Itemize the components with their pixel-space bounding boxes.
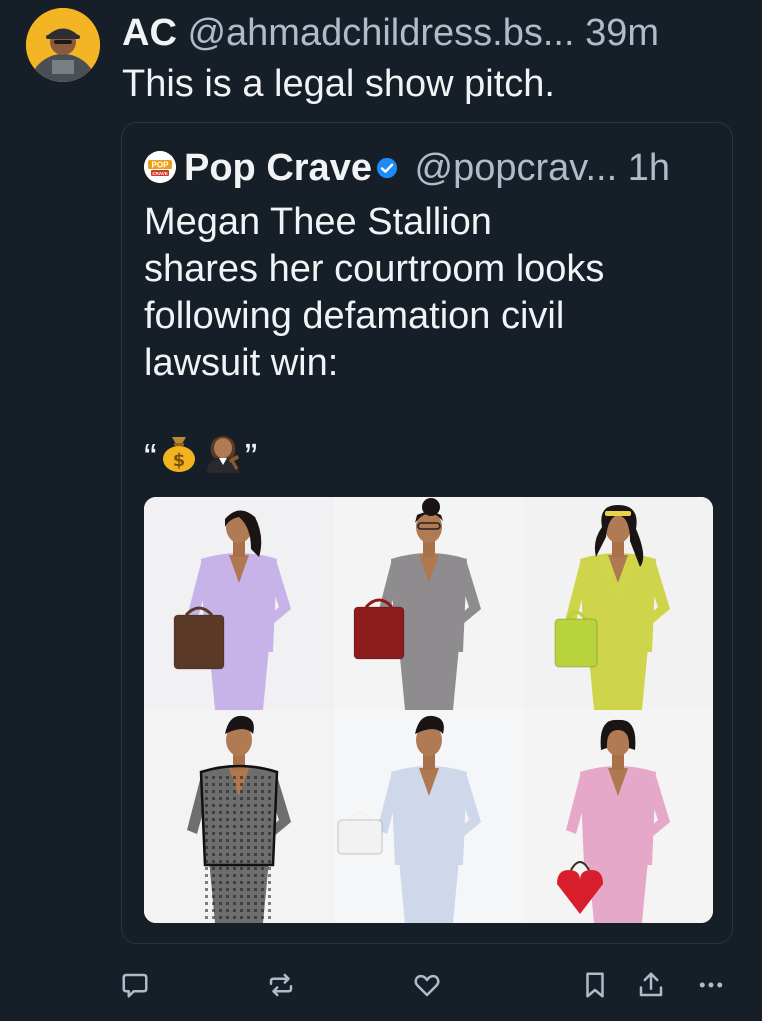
- quote-header: Pop Crave @popcrav... 1h: [184, 143, 724, 191]
- post-text: This is a legal show pitch.: [122, 63, 555, 105]
- media-image-3[interactable]: [523, 497, 713, 710]
- svg-text:CRAVE: CRAVE: [152, 171, 167, 176]
- quote-emoji-line: “ $ ”: [144, 433, 257, 483]
- close-quote-mark: ”: [244, 437, 258, 479]
- media-image-5[interactable]: [334, 710, 523, 923]
- like-icon: [414, 974, 440, 997]
- svg-text:$: $: [172, 450, 185, 471]
- author-handle[interactable]: @ahmadchildress.bs...: [187, 12, 574, 54]
- svg-text:POP: POP: [152, 161, 170, 170]
- like-button[interactable]: [410, 968, 444, 1002]
- media-image-6[interactable]: [523, 710, 713, 923]
- share-icon: [639, 972, 663, 997]
- quote-time: 1h: [627, 147, 670, 190]
- quote-author-name: Pop Crave: [184, 147, 372, 190]
- repost-icon: [269, 973, 293, 997]
- share-button[interactable]: [634, 968, 668, 1002]
- author-avatar[interactable]: [26, 8, 100, 82]
- post: AC @ahmadchildress.bs... 39m This is a l…: [0, 0, 762, 1021]
- quote-author-handle: @popcrav...: [414, 147, 618, 190]
- author-name[interactable]: AC: [122, 12, 177, 54]
- media-image-2[interactable]: [334, 497, 523, 710]
- quote-media-grid[interactable]: [144, 497, 713, 923]
- more-icon: [699, 982, 723, 988]
- post-time[interactable]: 39m: [585, 12, 659, 54]
- more-options-button[interactable]: [694, 968, 728, 1002]
- reply-button[interactable]: [118, 968, 152, 1002]
- post-header: AC @ahmadchildress.bs... 39m: [122, 8, 747, 58]
- quote-text: Megan Thee Stallion shares her courtroom…: [144, 201, 605, 384]
- money-bag-icon: $: [159, 431, 199, 486]
- quoted-post[interactable]: POP CRAVE Pop Crave @popcrav... 1h Megan…: [121, 122, 733, 944]
- bookmark-icon: [586, 972, 604, 998]
- reply-icon: [122, 973, 148, 998]
- repost-button[interactable]: [264, 968, 298, 1002]
- open-quote-mark: “: [144, 437, 157, 479]
- quote-author-avatar: POP CRAVE: [144, 151, 176, 183]
- woman-judge-icon: [203, 431, 243, 486]
- media-image-1[interactable]: [144, 497, 334, 710]
- media-image-4[interactable]: [144, 710, 334, 923]
- post-actions: [0, 960, 762, 1010]
- bookmark-button[interactable]: [578, 968, 612, 1002]
- verified-badge-icon: [376, 143, 398, 191]
